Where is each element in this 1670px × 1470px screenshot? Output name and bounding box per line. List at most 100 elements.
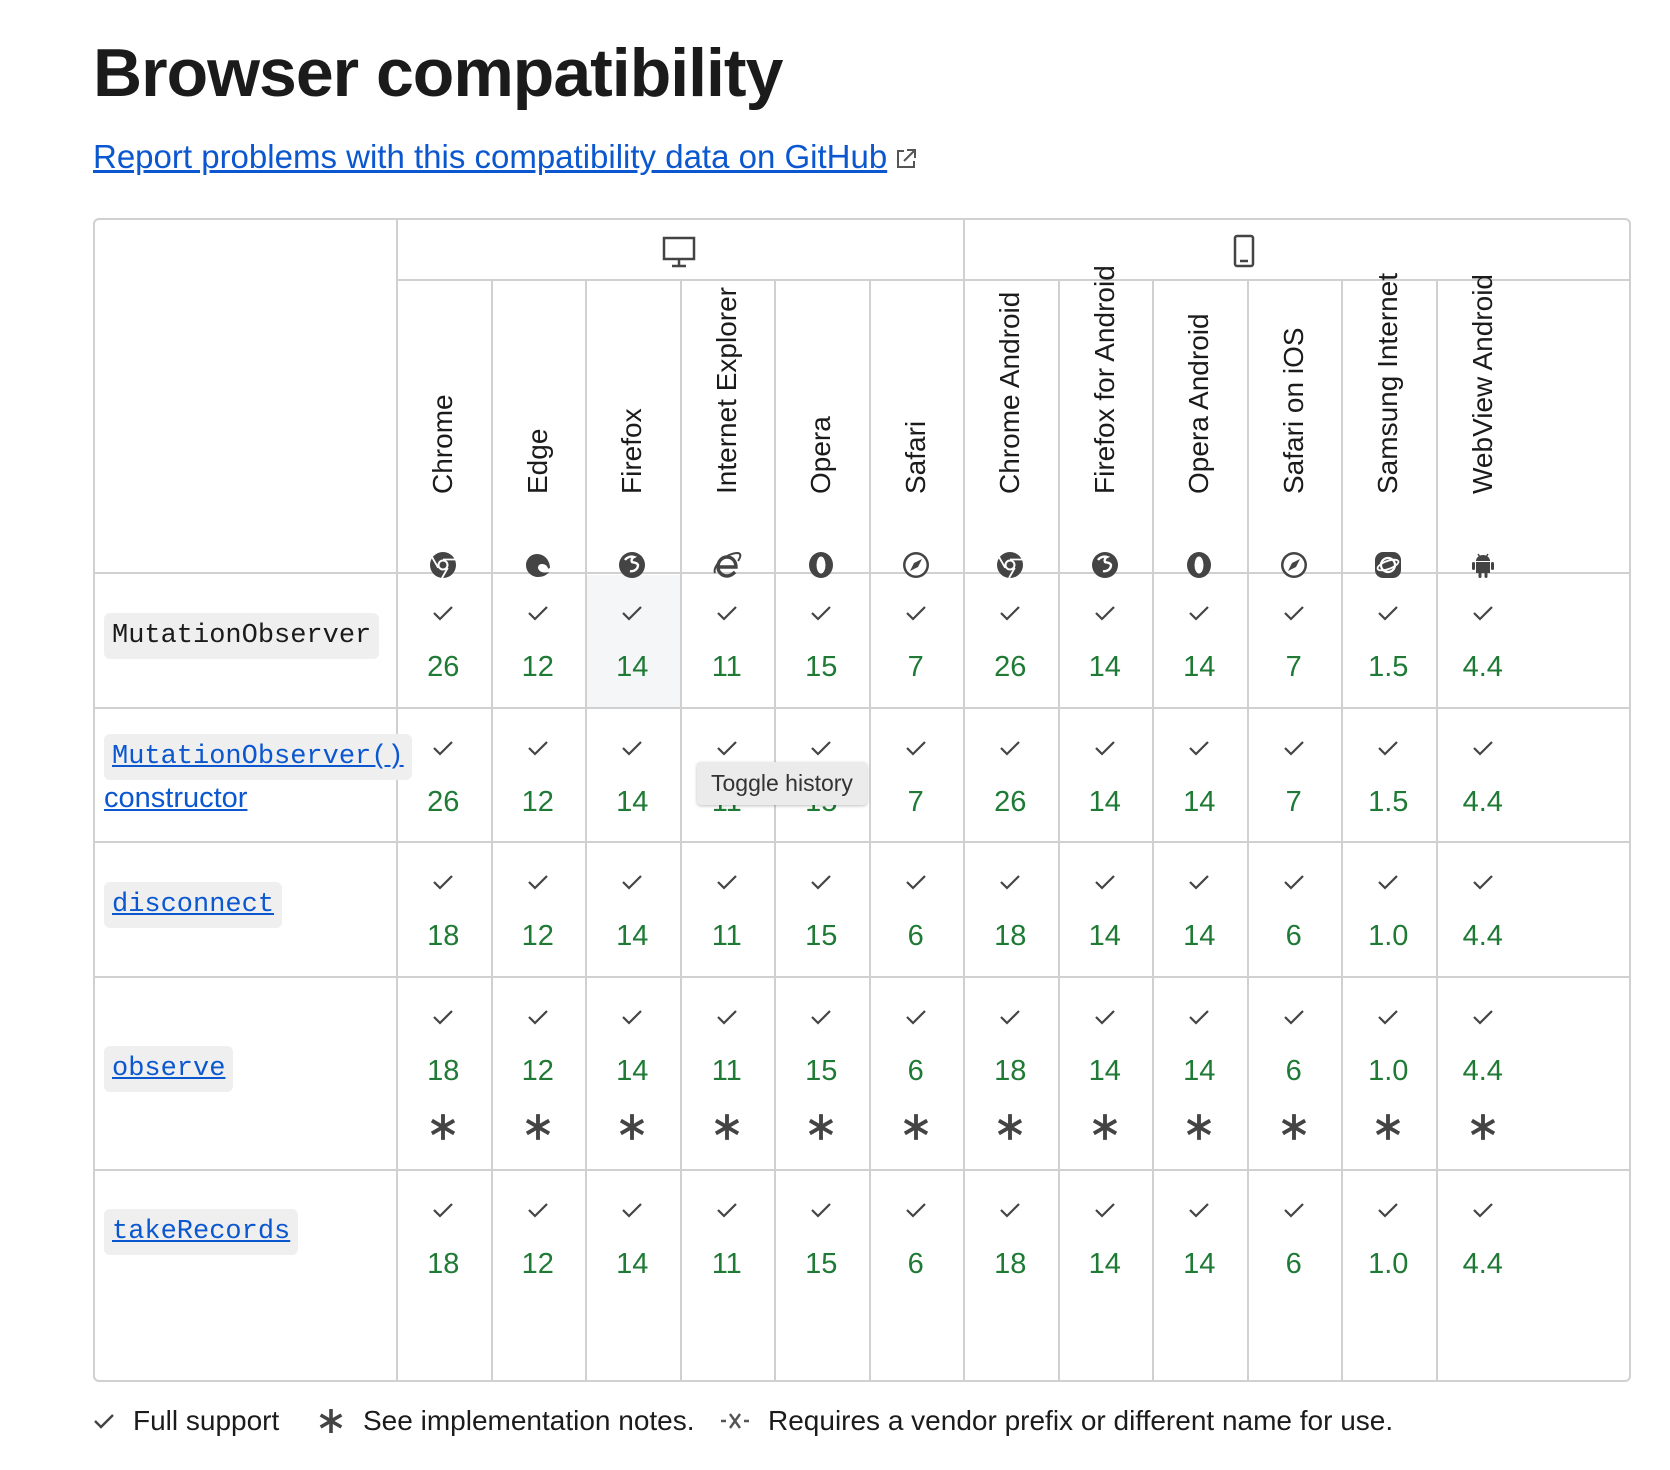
- support-cell[interactable]: 14: [1058, 740, 1153, 819]
- feature-link[interactable]: takeRecords: [112, 1217, 290, 1247]
- support-cell[interactable]: 4.4: [1436, 1009, 1531, 1142]
- support-cell[interactable]: 7: [869, 605, 964, 684]
- browser-header-opera-android: Opera Android: [1152, 283, 1247, 598]
- support-cell[interactable]: 14: [1152, 1009, 1247, 1142]
- support-cell[interactable]: 6: [1247, 874, 1342, 953]
- check-icon: [527, 1203, 548, 1218]
- support-cell[interactable]: 6: [869, 874, 964, 953]
- support-cell[interactable]: 15: [774, 1009, 869, 1142]
- support-cell[interactable]: 14: [1152, 740, 1247, 819]
- feature-link[interactable]: disconnect: [112, 890, 274, 920]
- version-number: 15: [805, 1248, 838, 1280]
- support-cell[interactable]: 26: [963, 740, 1058, 819]
- toggle-history-tooltip: Toggle history: [697, 762, 867, 805]
- support-cell[interactable]: 15: [774, 605, 869, 684]
- browser-header-firefox-for-android: Firefox for Android: [1058, 265, 1153, 598]
- support-cell[interactable]: 18: [396, 1009, 491, 1142]
- check-icon: [811, 1010, 832, 1025]
- support-cell[interactable]: 18: [963, 874, 1058, 953]
- version-number: 11: [711, 1055, 742, 1087]
- support-cell[interactable]: 14: [1058, 1009, 1153, 1142]
- feature-name[interactable]: observe: [104, 1045, 234, 1092]
- support-cell[interactable]: 12: [491, 740, 586, 819]
- support-cell[interactable]: 14: [585, 874, 680, 953]
- check-icon: [716, 875, 737, 890]
- feature-name[interactable]: MutationObserver(): [104, 734, 412, 780]
- support-cell[interactable]: 14: [585, 1009, 680, 1142]
- asterisk-icon: [903, 1114, 928, 1140]
- feature-link[interactable]: observe: [112, 1054, 225, 1084]
- support-cell[interactable]: 7: [1247, 740, 1342, 819]
- opera-icon: [809, 552, 834, 578]
- support-cell[interactable]: 4.4: [1436, 1202, 1531, 1281]
- support-cell[interactable]: 18: [963, 1009, 1058, 1142]
- version-number: 1.0: [1368, 1055, 1409, 1087]
- support-cell[interactable]: 14: [1152, 1202, 1247, 1281]
- support-cell[interactable]: 14: [585, 1202, 680, 1281]
- support-cell[interactable]: 14: [1058, 874, 1153, 953]
- version-number: 14: [616, 1055, 649, 1087]
- support-cell[interactable]: 14: [1058, 1202, 1153, 1281]
- support-cell[interactable]: 12: [491, 605, 586, 684]
- support-cell[interactable]: 12: [491, 874, 586, 953]
- support-cell[interactable]: 12: [491, 1202, 586, 1281]
- check-icon: [94, 1414, 114, 1429]
- support-cell[interactable]: 11: [680, 605, 775, 684]
- support-cell[interactable]: 1.0: [1341, 1202, 1436, 1281]
- version-number: 7: [907, 651, 924, 683]
- support-cell[interactable]: 6: [1247, 1009, 1342, 1142]
- support-cell[interactable]: 14: [1058, 605, 1153, 684]
- support-cell[interactable]: 26: [396, 740, 491, 819]
- support-cell[interactable]: 1.5: [1341, 740, 1436, 819]
- support-cell[interactable]: 11: [680, 1202, 775, 1281]
- check-icon: [1283, 1010, 1304, 1025]
- support-cell[interactable]: 14: [585, 605, 680, 684]
- support-cell[interactable]: 14: [1152, 605, 1247, 684]
- feature-name[interactable]: takeRecords: [104, 1209, 299, 1255]
- support-cell[interactable]: 11: [680, 1009, 775, 1142]
- opera-icon: [1187, 552, 1212, 578]
- support-cell[interactable]: 26: [396, 605, 491, 684]
- support-cell[interactable]: 18: [396, 874, 491, 953]
- support-cell[interactable]: 15: [774, 874, 869, 953]
- check-icon: [1472, 1203, 1493, 1218]
- support-cell[interactable]: 15: [774, 1202, 869, 1281]
- version-number: 4.4: [1462, 920, 1503, 952]
- support-cell[interactable]: 12: [491, 1009, 586, 1142]
- support-cell[interactable]: 18: [396, 1202, 491, 1281]
- check-icon: [1000, 875, 1021, 890]
- support-cell[interactable]: 11: [680, 874, 775, 953]
- firefox-icon: [1091, 552, 1118, 578]
- check-icon: [1378, 1203, 1399, 1218]
- feature-name[interactable]: disconnect: [104, 881, 283, 928]
- support-cell[interactable]: 4.4: [1436, 740, 1531, 819]
- support-cell[interactable]: 7: [1247, 605, 1342, 684]
- feature-link-suffix[interactable]: constructor: [104, 782, 247, 815]
- support-cell[interactable]: 1.0: [1341, 1009, 1436, 1142]
- support-cell[interactable]: 14: [1152, 874, 1247, 953]
- support-cell[interactable]: 6: [869, 1202, 964, 1281]
- support-cell[interactable]: 6: [869, 1009, 964, 1142]
- version-number: 1.0: [1368, 1248, 1409, 1280]
- check-icon: [716, 1010, 737, 1025]
- support-cell[interactable]: 26: [963, 605, 1058, 684]
- browser-name: WebView Android: [1466, 274, 1498, 494]
- support-cell[interactable]: 1.5: [1341, 605, 1436, 684]
- support-cell[interactable]: 18: [963, 1202, 1058, 1281]
- support-cell[interactable]: 7: [869, 740, 964, 819]
- version-number: 14: [616, 920, 649, 952]
- version-number: 15: [805, 920, 838, 952]
- support-cell[interactable]: 14: [585, 740, 680, 819]
- browser-name: Safari: [899, 420, 931, 494]
- support-cell[interactable]: 4.4: [1436, 605, 1531, 684]
- support-cell[interactable]: 1.0: [1341, 874, 1436, 953]
- version-number: 1.5: [1368, 786, 1409, 818]
- report-problems-link[interactable]: Report problems with this compatibility …: [93, 138, 917, 176]
- support-cell[interactable]: 4.4: [1436, 874, 1531, 953]
- feature-link[interactable]: MutationObserver(): [112, 742, 404, 772]
- version-number: 14: [1088, 786, 1121, 818]
- support-cell[interactable]: 6: [1247, 1202, 1342, 1281]
- version-number: 14: [616, 1248, 649, 1280]
- feature-text: MutationObserver: [112, 620, 372, 651]
- version-number: 14: [1088, 1055, 1121, 1087]
